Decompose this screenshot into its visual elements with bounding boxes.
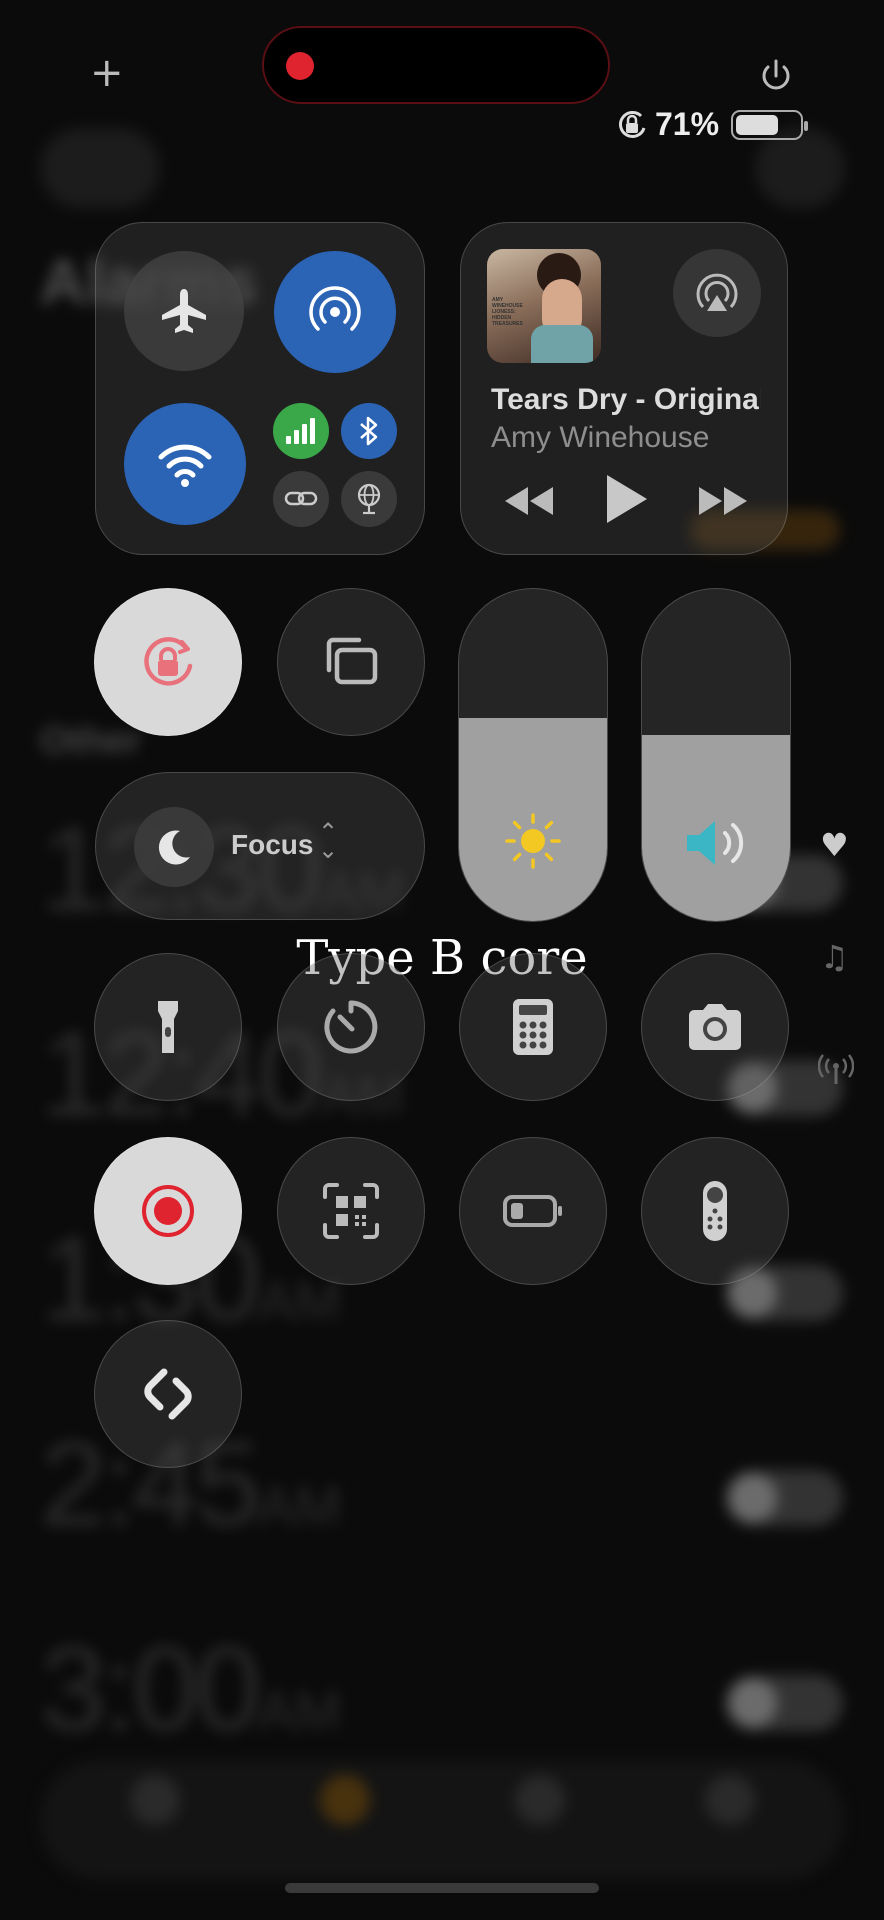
flashlight-icon xyxy=(158,1001,178,1053)
timer-icon xyxy=(324,1000,378,1054)
alarm-time: 3:00AM xyxy=(40,1622,342,1756)
home-indicator[interactable] xyxy=(285,1883,599,1893)
satellite-button[interactable] xyxy=(341,471,397,527)
track-artist: Amy Winehouse xyxy=(491,421,710,454)
track-title: Tears Dry - Original xyxy=(491,383,761,416)
antenna-icon[interactable] xyxy=(818,1054,854,1086)
music-note-icon[interactable]: ♫ xyxy=(820,938,849,976)
tab-stopwatch xyxy=(515,1775,565,1825)
wifi-button[interactable] xyxy=(124,403,246,525)
calculator-button[interactable] xyxy=(459,953,607,1101)
airplane-icon xyxy=(162,289,206,333)
focus-moon-button xyxy=(134,807,214,887)
tab-alarms xyxy=(320,1775,370,1825)
battery-percent: 71% xyxy=(655,106,720,142)
airplane-mode-button[interactable] xyxy=(124,251,244,371)
sun-icon xyxy=(505,813,561,869)
qr-code-icon xyxy=(323,1183,379,1239)
focus-button[interactable]: Focus ⌃ ⌄ xyxy=(95,772,425,920)
airplay-icon xyxy=(696,273,738,311)
personal-hotspot-button[interactable] xyxy=(273,471,329,527)
album-cover-text: AMY WINEHOUSE LIONESS: HIDDEN TREASURES xyxy=(492,297,523,327)
battery-low-icon xyxy=(503,1195,562,1227)
moon-icon xyxy=(158,830,190,865)
dynamic-island[interactable] xyxy=(262,26,610,104)
status-indicators: 71% xyxy=(615,106,809,143)
airplay-button[interactable] xyxy=(673,249,761,337)
screen-mirroring-icon xyxy=(326,637,378,685)
fast-forward-icon[interactable] xyxy=(695,481,751,521)
chevron-updown-icon: ⌃ ⌄ xyxy=(318,818,339,864)
cellular-button[interactable] xyxy=(273,403,329,459)
wifi-icon xyxy=(158,444,212,487)
camera-button[interactable] xyxy=(641,953,789,1101)
now-playing-panel[interactable]: AMY WINEHOUSE LIONESS: HIDDEN TREASURES … xyxy=(460,222,788,555)
airdrop-button[interactable] xyxy=(274,251,396,373)
rewind-icon[interactable] xyxy=(501,481,557,521)
globe-icon xyxy=(357,483,381,515)
link-icon xyxy=(284,491,318,506)
orientation-lock-icon xyxy=(144,637,193,686)
low-power-mode-button[interactable] xyxy=(459,1137,607,1285)
speaker-icon xyxy=(687,821,744,865)
shazam-icon xyxy=(144,1368,192,1420)
alarm-toggle xyxy=(725,1470,843,1526)
record-icon xyxy=(142,1185,194,1237)
calculator-icon xyxy=(513,999,553,1055)
airdrop-icon xyxy=(309,286,361,331)
battery-icon xyxy=(731,109,809,140)
connectivity-panel xyxy=(95,222,425,555)
add-control-icon[interactable]: + xyxy=(90,50,124,96)
play-icon[interactable] xyxy=(601,471,651,527)
apple-tv-remote-button[interactable] xyxy=(641,1137,789,1285)
camera-icon xyxy=(689,1004,741,1050)
section-label: Other xyxy=(40,720,142,762)
tab-timers xyxy=(705,1775,755,1825)
flashlight-button[interactable] xyxy=(94,953,242,1101)
brightness-slider[interactable] xyxy=(458,588,608,922)
recording-indicator-icon xyxy=(286,52,314,80)
screen-mirroring-button[interactable] xyxy=(277,588,425,736)
code-scanner-button[interactable] xyxy=(277,1137,425,1285)
power-icon[interactable] xyxy=(758,58,794,94)
album-art: AMY WINEHOUSE LIONESS: HIDDEN TREASURES xyxy=(487,249,601,363)
remote-icon xyxy=(703,1181,727,1241)
tab-world-clock xyxy=(130,1775,180,1825)
bluetooth-button[interactable] xyxy=(341,403,397,459)
orientation-lock-status-icon xyxy=(619,110,646,138)
alarm-toggle xyxy=(725,1675,843,1731)
shazam-button[interactable] xyxy=(94,1320,242,1468)
volume-slider[interactable] xyxy=(641,588,791,922)
edit-button xyxy=(40,128,160,208)
heart-icon[interactable]: ♥ xyxy=(820,826,849,864)
screen-recording-button[interactable] xyxy=(94,1137,242,1285)
orientation-lock-button[interactable] xyxy=(94,588,242,736)
timer-button[interactable] xyxy=(277,953,425,1101)
bluetooth-icon xyxy=(360,416,378,446)
focus-label: Focus xyxy=(231,829,314,860)
cellular-bars-icon xyxy=(286,418,315,444)
